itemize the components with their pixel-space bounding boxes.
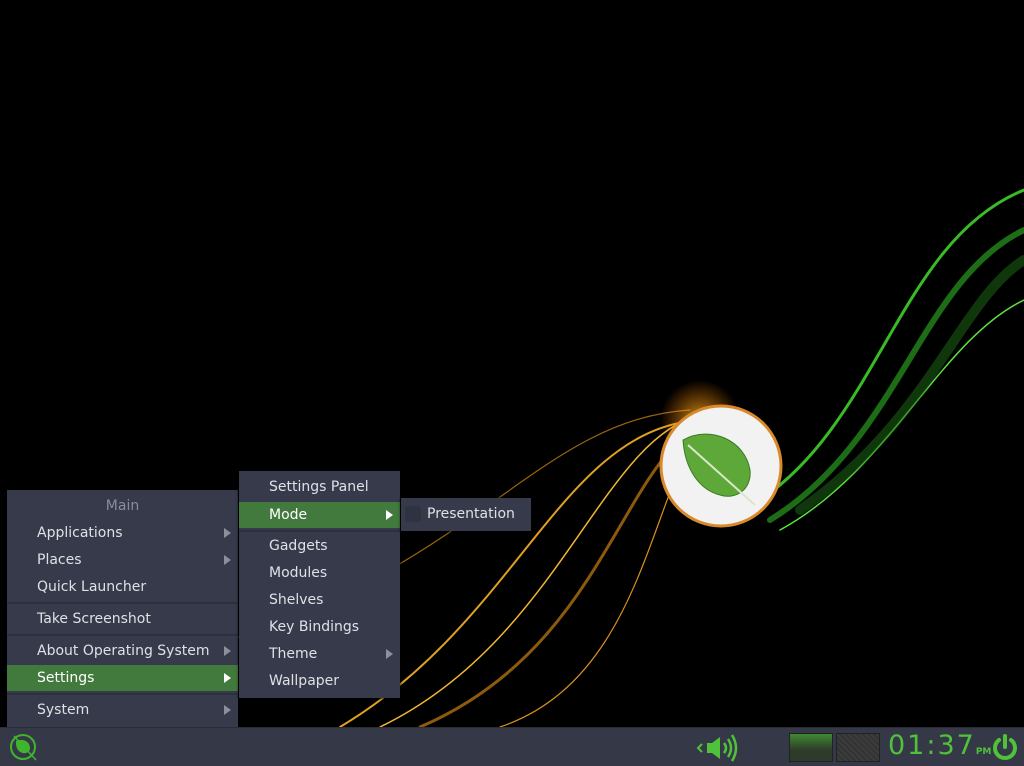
menu-item-key-bindings[interactable]: Key Bindings [239, 614, 400, 640]
submenu-arrow-icon [224, 555, 231, 565]
settings-submenu: Settings Panel Mode Gadgets Modules Shel… [239, 471, 400, 698]
clock-time: 01:37 [888, 730, 976, 761]
item-label: Mode [269, 507, 308, 523]
menu-item-theme[interactable]: Theme [239, 641, 400, 667]
item-label: Presentation [427, 506, 515, 522]
menu-item-system[interactable]: System [7, 697, 238, 723]
leaf-icon[interactable] [8, 732, 40, 764]
submenu-arrow-icon [224, 528, 231, 538]
item-label: System [37, 702, 90, 718]
submenu-arrow-icon [224, 673, 231, 683]
item-label: Take Screenshot [37, 611, 151, 627]
submenu-arrow-icon [224, 646, 231, 656]
separator [239, 530, 400, 532]
menu-item-settings[interactable]: Settings [7, 665, 238, 691]
speaker-icon[interactable] [696, 733, 744, 763]
menu-item-presentation[interactable]: Presentation [401, 501, 531, 527]
taskbar: 01:37PM [0, 727, 1024, 766]
menu-item-quick-launcher[interactable]: Quick Launcher [7, 574, 238, 600]
menu-item-places[interactable]: Places [7, 547, 238, 573]
item-label: Settings Panel [269, 479, 369, 495]
item-label: Theme [269, 646, 318, 662]
item-label: Places [37, 552, 82, 568]
item-label: Gadgets [269, 538, 328, 554]
desktop-pager-1[interactable] [789, 733, 833, 762]
item-label: Shelves [269, 592, 324, 608]
menu-item-applications[interactable]: Applications [7, 520, 238, 546]
submenu-arrow-icon [386, 510, 393, 520]
clock-ampm: PM [975, 747, 992, 757]
mode-submenu: Presentation [401, 498, 531, 531]
clock[interactable]: 01:37PM [888, 730, 991, 761]
submenu-arrow-icon [386, 649, 393, 659]
item-label: Quick Launcher [37, 579, 147, 595]
menu-item-settings-panel[interactable]: Settings Panel [239, 474, 400, 500]
item-label: Applications [37, 525, 123, 541]
power-icon[interactable] [991, 733, 1019, 761]
desktop-pager-2[interactable] [836, 733, 880, 762]
menu-item-wallpaper[interactable]: Wallpaper [239, 668, 400, 694]
main-menu: Main Applications Places Quick Launcher … [7, 490, 238, 727]
menu-item-gadgets[interactable]: Gadgets [239, 533, 400, 559]
separator [7, 693, 238, 695]
item-label: Key Bindings [269, 619, 360, 635]
menu-item-mode[interactable]: Mode [239, 502, 400, 528]
item-label: Modules [269, 565, 328, 581]
menu-header: Main [105, 498, 140, 514]
item-label: Settings [37, 670, 95, 686]
item-label: About Operating System [37, 643, 210, 659]
menu-item-take-screenshot[interactable]: Take Screenshot [7, 606, 238, 632]
menu-item-shelves[interactable]: Shelves [239, 587, 400, 613]
submenu-arrow-icon [224, 705, 231, 715]
menu-item-about[interactable]: About Operating System [7, 638, 238, 664]
separator [7, 634, 238, 636]
item-label: Wallpaper [269, 673, 340, 689]
menu-item-modules[interactable]: Modules [239, 560, 400, 586]
presentation-checkbox[interactable] [405, 506, 421, 522]
separator [7, 602, 238, 604]
